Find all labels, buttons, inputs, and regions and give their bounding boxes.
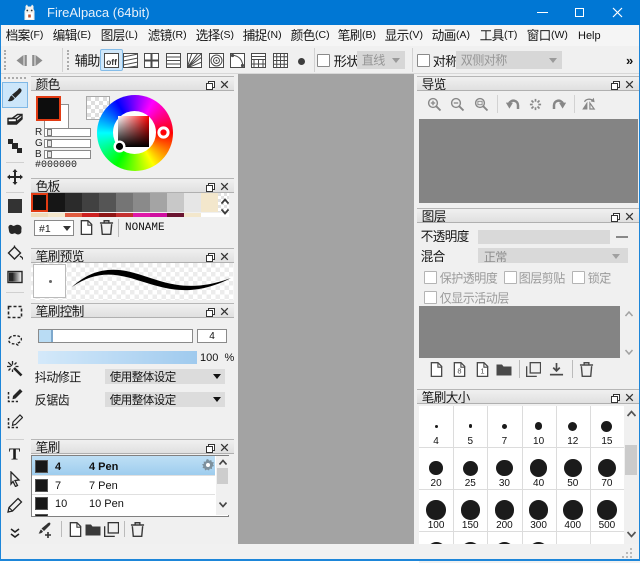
svg-text:T: T [9, 446, 21, 462]
svg-text:1: 1 [480, 366, 484, 375]
svg-text:8: 8 [457, 366, 461, 375]
